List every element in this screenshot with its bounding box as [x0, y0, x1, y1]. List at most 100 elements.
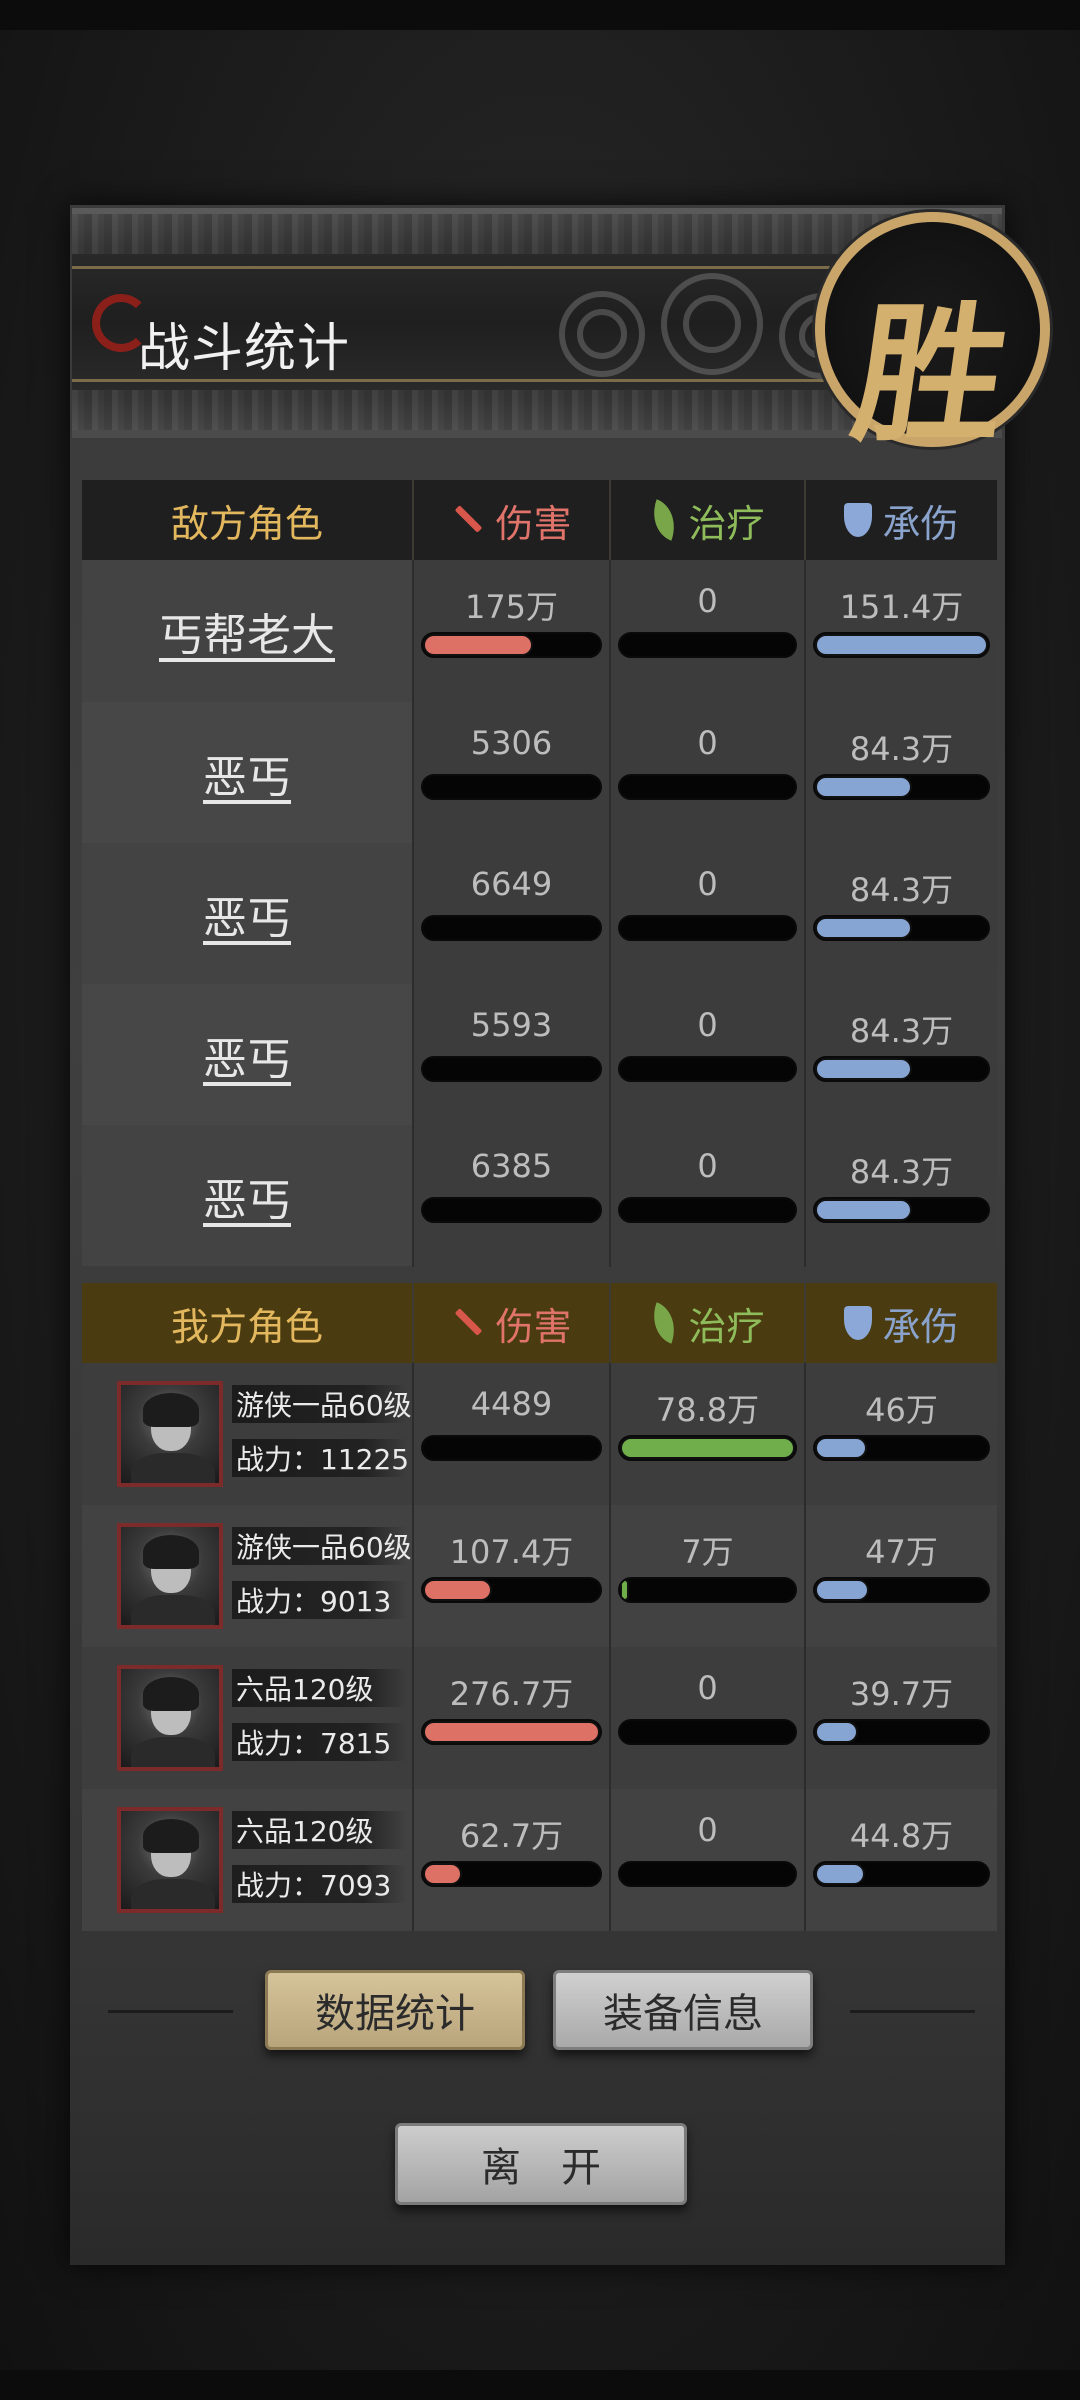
tank-value: 39.7万 [849, 1675, 954, 1713]
heal-bar [618, 632, 797, 658]
tank-cell: 44.8万 [804, 1789, 997, 1931]
heal-cell: 0 [609, 1789, 804, 1931]
heal-bar [618, 1861, 797, 1887]
ally-role-header: 我方角色 [170, 1304, 323, 1349]
equipment-info-button[interactable]: 装备信息 [553, 1970, 813, 2050]
character-power: 战力：9013 [232, 1581, 407, 1619]
damage-cell: 276.7万 [412, 1647, 609, 1789]
damage-cell: 6385 [412, 1125, 609, 1267]
avatar[interactable] [117, 1523, 223, 1629]
tank-bar-fill [815, 1579, 869, 1601]
tank-cell: 84.3万 [804, 1125, 997, 1267]
enemy-name-link[interactable]: 恶丐 [203, 1023, 291, 1087]
character-rank: 六品120级 [232, 1669, 407, 1707]
enemy-row: 恶丐 5593 0 84.3万 [82, 984, 997, 1126]
ally-row: 游侠一品60级 战力：9013 107.4万 7万 47万 [82, 1505, 997, 1647]
damage-value: 4489 [470, 1385, 553, 1423]
damage-bar-fill [423, 1721, 600, 1743]
tank-bar-fill [815, 1721, 859, 1743]
tank-cell: 46万 [804, 1363, 997, 1505]
heal-value: 0 [697, 582, 718, 620]
tank-bar [813, 632, 990, 658]
enemy-row: 恶丐 5306 0 84.3万 [82, 702, 997, 844]
tank-cell: 84.3万 [804, 843, 997, 985]
tank-bar-fill [815, 1199, 912, 1221]
victory-seal-icon: 胜 [815, 212, 1050, 463]
heal-value: 7万 [681, 1533, 734, 1571]
tank-value: 46万 [865, 1391, 938, 1429]
tank-value: 84.3万 [849, 1012, 954, 1050]
character-rank: 游侠一品60级 [232, 1527, 412, 1565]
ally-role-cell: 六品120级 战力：7093 [82, 1789, 412, 1931]
heal-header-label: 治疗 [688, 501, 765, 546]
leave-button[interactable]: 离开 [395, 2123, 687, 2205]
tank-bar [813, 1056, 990, 1082]
enemy-stats-table: 敌方角色 伤害 治疗 承伤 丐帮老大 175万 0 151.4万 恶丐 5306 0 84.3… [82, 480, 997, 1267]
leaf-icon [645, 1302, 684, 1344]
enemy-role-cell: 恶丐 [82, 1125, 412, 1266]
enemy-row: 恶丐 6385 0 84.3万 [82, 1125, 997, 1267]
avatar[interactable] [117, 1381, 223, 1487]
character-power: 战力：7815 [232, 1723, 407, 1761]
damage-value: 5306 [470, 724, 553, 762]
character-power: 战力：7093 [232, 1865, 407, 1903]
enemy-role-cell: 恶丐 [82, 702, 412, 843]
enemy-name-link[interactable]: 恶丐 [203, 1164, 291, 1228]
heal-cell: 0 [609, 1125, 804, 1267]
tank-value: 44.8万 [849, 1817, 954, 1855]
enemy-name-link[interactable]: 恶丐 [203, 882, 291, 946]
divider-left [108, 2010, 233, 2013]
heal-bar [618, 1719, 797, 1745]
avatar[interactable] [117, 1807, 223, 1913]
tank-cell: 84.3万 [804, 984, 997, 1126]
ally-row: 游侠一品60级 战力：11225 4489 78.8万 46万 [82, 1363, 997, 1505]
tank-bar-fill [815, 634, 988, 656]
shield-icon [844, 1306, 873, 1340]
damage-bar [421, 1197, 602, 1223]
character-rank: 游侠一品60级 [232, 1385, 412, 1423]
heal-value: 0 [697, 1006, 718, 1044]
tank-bar-fill [815, 917, 912, 939]
damage-value: 175万 [464, 588, 559, 626]
damage-cell: 5593 [412, 984, 609, 1126]
heal-header: 治疗 [609, 480, 804, 560]
ally-role-cell: 游侠一品60级 战力：9013 [82, 1505, 412, 1647]
damage-bar-fill [423, 634, 533, 656]
page-title: 战斗统计 [138, 319, 351, 379]
ally-role-cell: 游侠一品60级 战力：11225 [82, 1363, 412, 1505]
damage-bar [421, 915, 602, 941]
damage-bar [421, 774, 602, 800]
tank-bar [813, 1577, 990, 1603]
heal-cell: 0 [609, 702, 804, 844]
tank-cell: 84.3万 [804, 702, 997, 844]
heal-header-label: 治疗 [688, 1304, 765, 1349]
enemy-role-cell: 恶丐 [82, 984, 412, 1125]
heal-cell: 7万 [609, 1505, 804, 1647]
enemy-role-header: 敌方角色 [170, 501, 323, 546]
heal-bar [618, 1197, 797, 1223]
avatar[interactable] [117, 1665, 223, 1771]
tank-cell: 151.4万 [804, 560, 997, 702]
damage-header-label: 伤害 [495, 1304, 572, 1349]
tank-header: 承伤 [804, 1283, 997, 1363]
heal-cell: 0 [609, 1647, 804, 1789]
tank-value: 84.3万 [849, 1153, 954, 1191]
tank-bar-fill [815, 1437, 867, 1459]
enemy-name-link[interactable]: 丐帮老大 [159, 599, 335, 663]
tank-value: 84.3万 [849, 730, 954, 768]
enemy-name-link[interactable]: 恶丐 [203, 741, 291, 805]
damage-value: 5593 [470, 1006, 553, 1044]
tank-bar-fill [815, 1058, 912, 1080]
tank-bar-fill [815, 776, 912, 798]
heal-bar [618, 1056, 797, 1082]
damage-value: 62.7万 [459, 1817, 564, 1855]
heal-bar-fill [620, 1437, 795, 1459]
heal-value: 0 [697, 1669, 718, 1707]
damage-value: 107.4万 [449, 1533, 574, 1571]
shield-icon [844, 503, 873, 537]
damage-cell: 4489 [412, 1363, 609, 1505]
data-stats-button[interactable]: 数据统计 [265, 1970, 525, 2050]
heal-bar-fill [620, 1579, 629, 1601]
heal-value: 0 [697, 1811, 718, 1849]
enemy-role-cell: 丐帮老大 [82, 560, 412, 702]
